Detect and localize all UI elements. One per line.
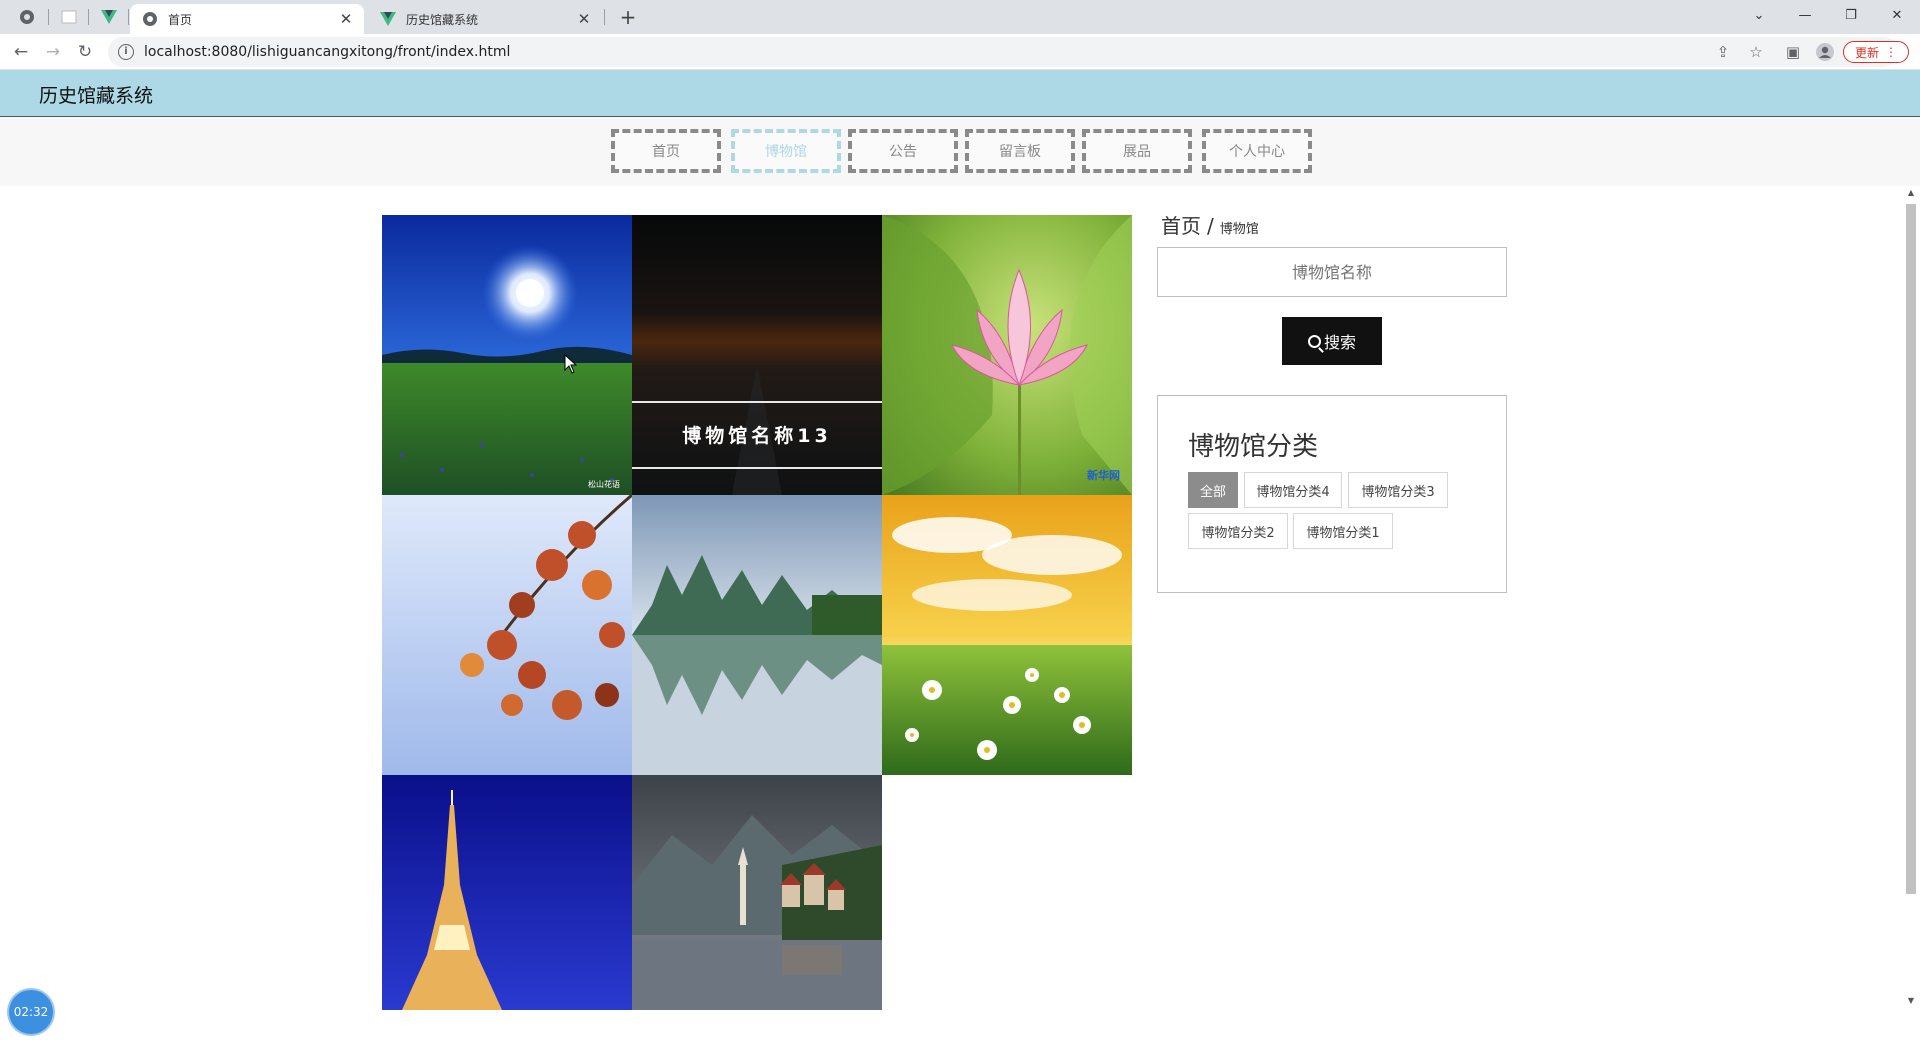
update-label: 更新 xyxy=(1854,45,1879,60)
nav-item-personal-center[interactable]: 个人中心 xyxy=(1202,129,1312,173)
restore-button[interactable]: ❐ xyxy=(1828,0,1874,30)
gallery-item[interactable] xyxy=(382,775,632,1010)
close-window-button[interactable]: ✕ xyxy=(1874,0,1920,30)
eiffel-tower-night-photo xyxy=(382,775,632,1010)
update-button[interactable]: 更新 ⋮ xyxy=(1843,41,1909,63)
nav-item-exhibits[interactable]: 展品 xyxy=(1082,129,1192,173)
category-museum-2[interactable]: 博物馆分类2 xyxy=(1188,513,1288,549)
more-menu-icon: ⋮ xyxy=(1885,45,1897,59)
profile-avatar-icon[interactable] xyxy=(1812,39,1838,65)
nav-item-museum[interactable]: 博物馆 xyxy=(731,129,841,173)
bookmark-star-icon[interactable]: ☆ xyxy=(1743,39,1769,65)
gallery-item[interactable] xyxy=(632,495,882,775)
share-icon[interactable]: ⇪ xyxy=(1710,39,1736,65)
nav-item-announcements[interactable]: 公告 xyxy=(848,129,958,173)
tab-home[interactable]: 首页 ✕ xyxy=(130,4,364,34)
scroll-down-arrow-icon[interactable]: ▼ xyxy=(1906,996,1916,1006)
moonlit-meadow-photo: 松山花语 xyxy=(382,215,632,495)
gallery-item[interactable] xyxy=(882,495,1132,775)
forward-arrow-icon[interactable]: → xyxy=(40,39,66,65)
overlay-line xyxy=(632,467,882,469)
site-header: 历史馆藏系统 xyxy=(0,70,1920,117)
tab-separator xyxy=(48,9,49,25)
museum-name: 博物馆名称13 xyxy=(682,425,832,447)
gallery-item[interactable]: 博物馆名称13 xyxy=(632,215,882,495)
daisy-field-sunset-photo xyxy=(882,495,1132,775)
museum-gallery: 松山花语 博物馆名称13 新华网 xyxy=(382,215,1132,1010)
gallery-item[interactable] xyxy=(632,775,882,1010)
breadcrumb: 首页 / 博物馆 xyxy=(1161,210,1259,239)
overlay-line xyxy=(632,401,882,403)
blank-page-icon xyxy=(61,10,77,24)
tab-close-icon[interactable]: ✕ xyxy=(338,10,354,28)
museum-name-search-input[interactable] xyxy=(1157,247,1507,297)
search-button-label: 搜索 xyxy=(1323,335,1356,352)
tab-title: 历史馆藏系统 xyxy=(406,12,479,27)
breadcrumb-current: 博物馆 xyxy=(1219,222,1259,237)
main-nav: 首页 博物馆 公告 留言板 展品 个人中心 xyxy=(0,117,1920,186)
pinned-tab-globe[interactable] xyxy=(10,4,44,30)
address-bar[interactable]: i localhost:8080/lishiguancangxitong/fro… xyxy=(108,37,1898,67)
tab-separator xyxy=(88,9,89,25)
scroll-up-arrow-icon[interactable]: ▲ xyxy=(1906,188,1916,198)
pink-lotus-photo: 新华网 xyxy=(882,215,1132,495)
browser-tab-strip: 首页 ✕ 历史馆藏系统 ✕ + ⌄ — ❐ ✕ xyxy=(0,0,1920,34)
hover-overlay: 博物馆名称13 xyxy=(632,215,882,495)
karst-river-reflection-photo xyxy=(632,495,882,775)
category-museum-3[interactable]: 博物馆分类3 xyxy=(1348,472,1448,508)
gallery-item[interactable]: 松山花语 xyxy=(382,215,632,495)
autumn-leaves-photo xyxy=(382,495,632,775)
globe-icon xyxy=(20,10,34,24)
category-title: 博物馆分类 xyxy=(1188,432,1319,462)
side-panel-icon[interactable]: ▣ xyxy=(1780,39,1806,65)
browser-toolbar: ← → ↻ i localhost:8080/lishiguancangxito… xyxy=(0,34,1920,70)
category-all[interactable]: 全部 xyxy=(1188,472,1238,508)
tab-close-icon[interactable]: ✕ xyxy=(576,10,592,28)
tab-separator xyxy=(604,9,605,25)
category-panel: 博物馆分类 全部 博物馆分类4 博物馆分类3 博物馆分类2 博物馆分类1 xyxy=(1157,395,1507,593)
new-tab-button[interactable]: + xyxy=(616,6,640,28)
site-title: 历史馆藏系统 xyxy=(39,85,154,107)
vue-logo-icon xyxy=(101,10,117,24)
globe-icon xyxy=(143,12,157,26)
category-museum-4[interactable]: 博物馆分类4 xyxy=(1244,472,1342,508)
gallery-item[interactable] xyxy=(382,495,632,775)
tab-title: 首页 xyxy=(168,12,193,27)
tab-separator xyxy=(128,9,129,25)
gallery-item[interactable]: 新华网 xyxy=(882,215,1132,495)
timer-badge[interactable]: 02:32 xyxy=(9,990,53,1034)
back-arrow-icon[interactable]: ← xyxy=(8,39,34,65)
search-button[interactable]: 搜索 xyxy=(1282,317,1382,365)
lakeside-village-photo xyxy=(632,775,882,1010)
breadcrumb-home[interactable]: 首页 xyxy=(1161,210,1201,239)
nav-item-message-board[interactable]: 留言板 xyxy=(965,129,1075,173)
tab-search-chevron-icon[interactable]: ⌄ xyxy=(1736,0,1782,30)
nav-item-home[interactable]: 首页 xyxy=(611,129,721,173)
breadcrumb-separator: / xyxy=(1207,214,1214,238)
tab-history-system[interactable]: 历史馆藏系统 ✕ xyxy=(368,4,602,34)
scrollbar-thumb[interactable] xyxy=(1906,204,1916,894)
minimize-button[interactable]: — xyxy=(1782,0,1828,30)
category-museum-1[interactable]: 博物馆分类1 xyxy=(1293,513,1393,549)
site-info-icon[interactable]: i xyxy=(118,44,134,60)
pinned-tab-blank[interactable] xyxy=(52,4,86,30)
svg-text:松山花语: 松山花语 xyxy=(588,479,620,489)
svg-text:新华网: 新华网 xyxy=(1087,468,1120,482)
reload-icon[interactable]: ↻ xyxy=(72,39,98,65)
mouse-cursor-icon xyxy=(564,354,578,374)
vue-logo-icon xyxy=(380,12,396,26)
url-text[interactable]: localhost:8080/lishiguancangxitong/front… xyxy=(144,44,510,60)
search-icon xyxy=(1307,334,1321,348)
pinned-tab-vue[interactable] xyxy=(92,4,126,30)
